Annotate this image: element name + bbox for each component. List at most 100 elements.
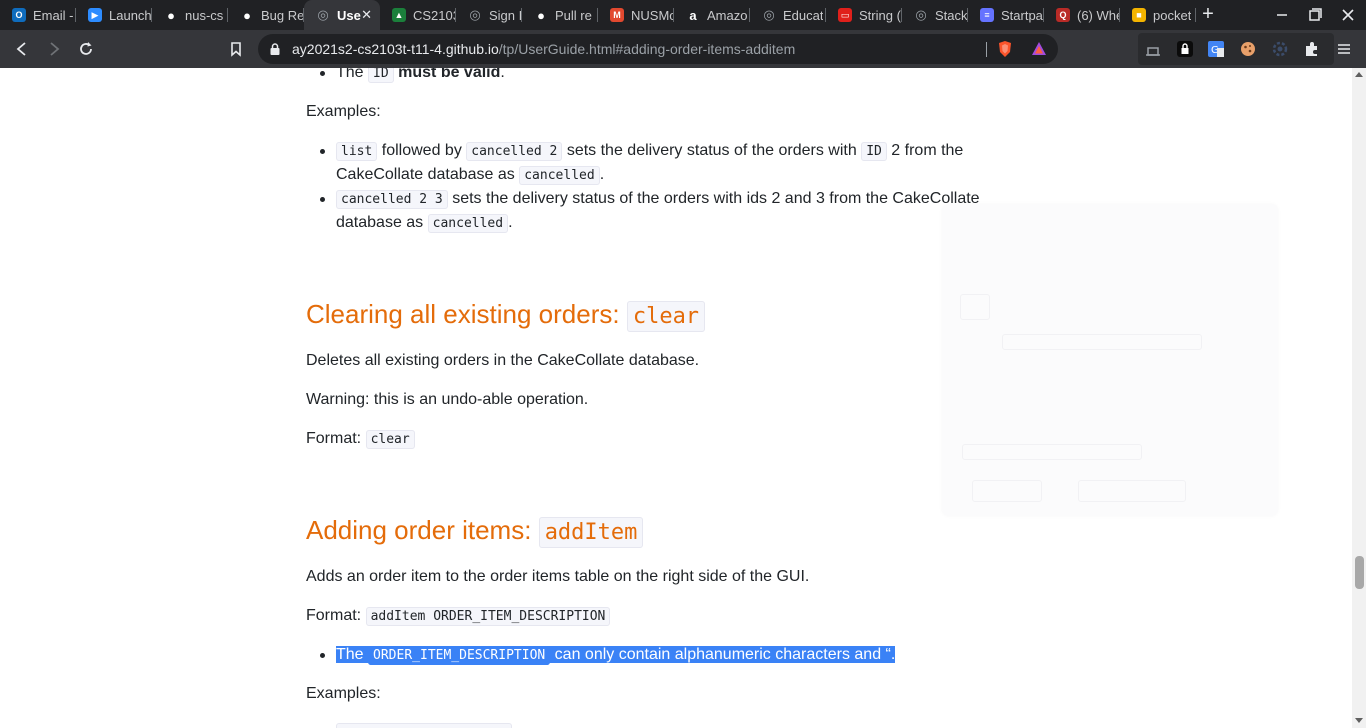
- browser-tab[interactable]: ▭ String (: [826, 0, 902, 30]
- address-bar[interactable]: ay2021s2-cs2103t-t11-4.github.io/tp/User…: [258, 34, 1058, 64]
- inline-code: ORDER_ITEM_DESCRIPTION: [368, 646, 551, 665]
- heading-text: Clearing all existing orders:: [306, 299, 620, 329]
- globe-icon: ◎: [763, 7, 775, 22]
- faded-dialog-overlay: [942, 204, 1278, 516]
- github-icon: ●: [537, 7, 545, 23]
- bullet-text: The: [336, 646, 364, 663]
- heading-code: addItem: [538, 517, 644, 548]
- tab-title: Use: [337, 7, 361, 23]
- list-item-selected[interactable]: The ORDER_ITEM_DESCRIPTION can only cont…: [319, 643, 896, 668]
- zoom-icon: ▶: [88, 8, 102, 22]
- browser-tab[interactable]: ◎ StackP: [902, 0, 968, 30]
- bullet-text: The: [336, 68, 364, 81]
- browser-tab[interactable]: ◎ Sign In: [456, 0, 522, 30]
- scroll-up-icon[interactable]: [1355, 72, 1363, 77]
- tab-title: Pull re: [555, 7, 592, 23]
- heading-code: clear: [626, 301, 706, 332]
- browser-tab[interactable]: a Amazo: [674, 0, 750, 30]
- back-icon[interactable]: [12, 39, 32, 59]
- tab-strip: O Email - ▶ Launch ● nus-cs ● Bug Re ◎ Use ✕ ▲ CS210…: [0, 0, 1366, 30]
- list-item: cancelled 2 3 sets the delivery status o…: [320, 187, 980, 212]
- tab-title: Sign In: [489, 7, 522, 23]
- github-icon: ●: [243, 7, 251, 23]
- faded-dialog-button: [972, 480, 1042, 502]
- browser-tab[interactable]: ● Bug Re: [228, 0, 304, 30]
- brave-rewards-icon[interactable]: [1030, 40, 1048, 58]
- tab-title: String (: [859, 7, 901, 23]
- inline-code: cancelled 2: [466, 142, 563, 161]
- tab-separator: [1195, 8, 1196, 22]
- forward-icon[interactable]: [44, 39, 64, 59]
- slides-icon: ■: [1132, 8, 1146, 22]
- browser-tab[interactable]: ▶ Launch: [76, 0, 152, 30]
- bullet-text: database as: [336, 214, 424, 231]
- quora-icon: Q: [1056, 8, 1070, 22]
- browser-tab[interactable]: ● nus-cs: [152, 0, 228, 30]
- list-item: list followed by cancelled 2 sets the de…: [319, 139, 963, 164]
- brave-shields-icon[interactable]: [996, 40, 1014, 58]
- scroll-down-icon[interactable]: [1355, 718, 1363, 723]
- page-scrollbar[interactable]: [1352, 68, 1366, 728]
- bullet-text: .: [599, 166, 605, 183]
- tab-title: CS2103: [413, 7, 456, 23]
- clear-warning: Warning: this is an undo-able operation.: [306, 391, 589, 408]
- inline-code-partial: [336, 723, 512, 728]
- cookie-extension-icon[interactable]: [1238, 39, 1258, 59]
- url-text[interactable]: ay2021s2-cs2103t-t11-4.github.io/tp/User…: [292, 41, 795, 57]
- url-path: /tp/UserGuide.html#adding-order-items-ad…: [498, 41, 796, 57]
- web-page: The ID must be valid. Examples: list fol…: [0, 68, 1352, 728]
- bullet-text: .: [500, 68, 505, 81]
- github-icon: ●: [167, 7, 175, 23]
- clear-format: Format: clear: [306, 430, 415, 449]
- translate-extension-icon[interactable]: G: [1206, 39, 1226, 59]
- clear-description: Deletes all existing orders in the CakeC…: [306, 352, 700, 369]
- examples-label: Examples:: [306, 685, 381, 702]
- menu-icon[interactable]: [1334, 39, 1354, 59]
- nusmods-icon: M: [610, 8, 624, 22]
- lock-icon[interactable]: [268, 42, 282, 56]
- scrollbar-thumb[interactable]: [1355, 556, 1364, 589]
- browser-tab[interactable]: Q (6) Whe: [1044, 0, 1120, 30]
- faded-dialog-field: [962, 444, 1142, 460]
- bookmark-icon[interactable]: [226, 39, 246, 59]
- browser-tab[interactable]: ▲ CS2103: [380, 0, 456, 30]
- browser-tab[interactable]: ● Pull re: [522, 0, 598, 30]
- startpage-icon: ≡: [980, 8, 994, 22]
- bold-text: must be valid: [398, 68, 501, 81]
- globe-icon: ◎: [317, 7, 329, 22]
- faded-dialog-icon: [960, 294, 990, 320]
- tab-title: NUSMo: [631, 7, 674, 23]
- browser-tab[interactable]: O Email -: [0, 0, 76, 30]
- inline-code: cancelled: [427, 214, 509, 233]
- additem-format: Format: addItem ORDER_ITEM_DESCRIPTION: [306, 607, 611, 626]
- format-label: Format:: [306, 430, 362, 447]
- inline-code: cancelled: [519, 166, 600, 185]
- list-item-continuation: database as cancelled.: [336, 211, 513, 236]
- browser-tab[interactable]: ≡ Startpa: [968, 0, 1044, 30]
- tab-title: (6) Whe: [1077, 7, 1120, 23]
- minimize-icon[interactable]: [1272, 5, 1292, 25]
- settings-extension-icon[interactable]: [1270, 39, 1290, 59]
- new-tab-button[interactable]: +: [1197, 3, 1219, 25]
- oracle-icon: ▭: [838, 8, 852, 22]
- inline-code: ID: [368, 68, 394, 83]
- browser-tab[interactable]: ■ pocket: [1120, 0, 1196, 30]
- tab-title: nus-cs: [185, 7, 224, 23]
- close-tab-icon[interactable]: ✕: [361, 7, 372, 23]
- vpn-extension-icon[interactable]: [1143, 39, 1163, 59]
- selected-text: The ORDER_ITEM_DESCRIPTION can only cont…: [336, 646, 896, 665]
- browser-tab[interactable]: ◎ Use ✕: [304, 0, 380, 30]
- browser-tab[interactable]: ◎ Educat: [750, 0, 826, 30]
- browser-tab[interactable]: M NUSMo: [598, 0, 674, 30]
- globe-icon: ◎: [915, 7, 927, 22]
- reload-icon[interactable]: [76, 39, 96, 59]
- list-item: The ID must be valid.: [320, 68, 505, 86]
- puzzle-extensions-icon[interactable]: [1302, 39, 1322, 59]
- inline-code: addItem ORDER_ITEM_DESCRIPTION: [365, 607, 611, 626]
- amazon-icon: a: [689, 7, 697, 23]
- password-extension-icon[interactable]: [1175, 39, 1195, 59]
- tab-title: Launch: [109, 7, 152, 23]
- maximize-icon[interactable]: [1305, 5, 1325, 25]
- tab-title: Amazo: [707, 7, 748, 23]
- close-window-icon[interactable]: [1338, 5, 1358, 25]
